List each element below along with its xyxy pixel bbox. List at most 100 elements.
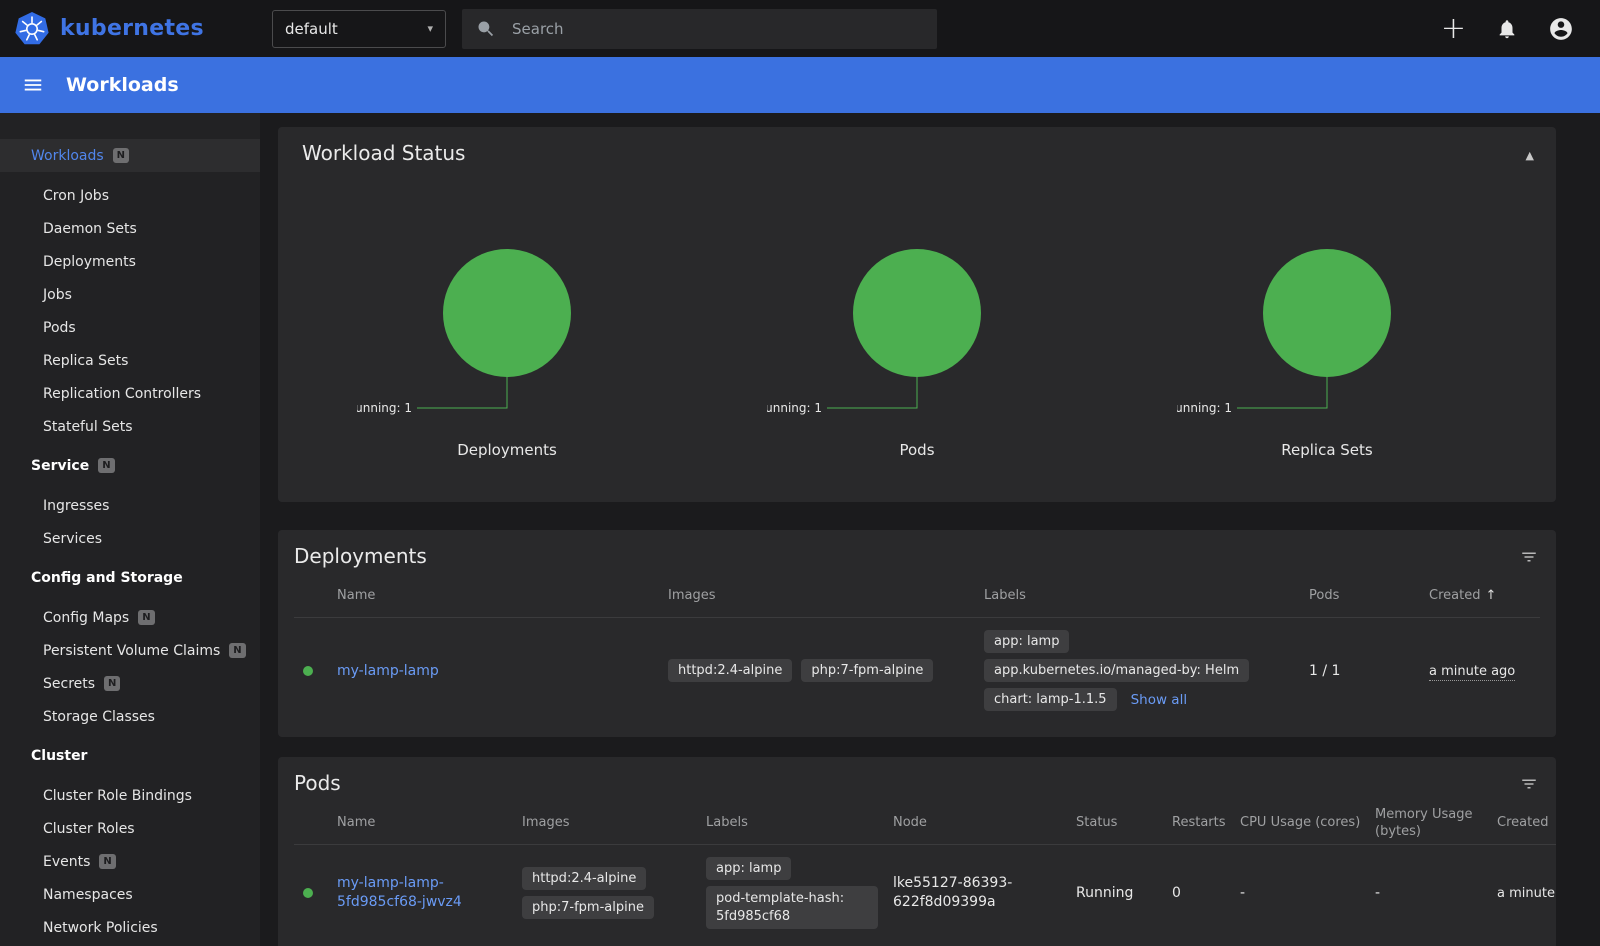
new-badge: N [138,610,154,625]
sidebar-item-secrets[interactable]: Secrets N [0,667,260,700]
filter-icon [1520,775,1538,793]
created-value: a minute ago [1429,664,1515,681]
filter-icon [1520,548,1538,566]
card-title: Workload Status [302,141,1532,165]
sidebar-item-storage-classes[interactable]: Storage Classes [0,700,260,733]
sidebar-item-daemon-sets[interactable]: Daemon Sets [0,212,260,245]
top-app-bar: kubernetes default ▾ + [0,0,1600,57]
deployments-table-header: Name Images Labels Pods Created↑ [294,576,1540,618]
menu-button[interactable] [22,74,44,96]
namespace-value: default [285,20,338,38]
cell-status [294,888,337,898]
show-all-labels-link[interactable]: Show all [1131,692,1188,708]
sidebar-item-label: Cluster Role Bindings [43,788,192,804]
new-badge: N [99,854,115,869]
notifications-button[interactable] [1496,18,1518,40]
sidebar-item-persistent-volume-claims[interactable]: Persistent Volume ClaimsN [0,634,260,667]
search-input[interactable] [512,20,923,38]
sidebar-item-label: Config Maps [43,610,129,626]
kubernetes-logo-icon [14,11,50,47]
column-header-pods: Pods [1309,588,1429,605]
sidebar-item-label: Deployments [43,254,136,270]
pie-chart-svg: Running: 1 [357,223,657,429]
column-header-memory: Memory Usage (bytes) [1375,807,1497,841]
column-header-node: Node [893,815,1076,832]
column-header-name: Name [337,588,668,605]
filter-button[interactable] [1520,775,1538,797]
add-resource-button[interactable]: + [1441,14,1466,44]
running-slice [443,249,571,377]
pod-row[interactable]: my-lamp-lamp-5fd985cf68-jwvz4 httpd:2.4-… [294,845,1556,943]
column-header-created[interactable]: Created↑ [1429,588,1540,605]
annotation-line [1237,377,1327,408]
sidebar-item-label: Cron Jobs [43,188,109,204]
sidebar-section-cluster[interactable]: Cluster [0,739,260,772]
created-value: a minute ago [1497,886,1556,901]
cell-pods: 1 / 1 [1309,663,1429,679]
running-slice [853,249,981,377]
pie-chart-deployments: Running: 1 Deployments [302,223,712,459]
deployment-name-link[interactable]: my-lamp-lamp [337,663,439,679]
top-actions: + [1441,14,1600,44]
new-badge: N [104,676,120,691]
column-header-created[interactable]: Created↑ [1497,815,1556,832]
sidebar-item-stateful-sets[interactable]: Stateful Sets [0,410,260,443]
pod-name-link[interactable]: my-lamp-lamp-5fd985cf68-jwvz4 [337,875,462,910]
sidebar-section-config-and-storage[interactable]: Config and Storage [0,561,260,594]
status-running-dot [303,666,313,676]
card-title: Deployments [294,544,1540,568]
status-running-dot [303,888,313,898]
sidebar-item-network-policies[interactable]: Network Policies [0,911,260,944]
filter-button[interactable] [1520,548,1538,570]
sidebar-section-service[interactable]: ServiceN [0,449,260,482]
sidebar-item-label: Workloads [31,148,104,164]
sidebar-item-events[interactable]: EventsN [0,845,260,878]
chevron-down-icon: ▾ [427,22,433,35]
cell-labels: app: lamp app.kubernetes.io/managed-by: … [984,630,1309,711]
cell-name: my-lamp-lamp [337,663,668,679]
cell-created: a minute ago [1497,885,1556,901]
sidebar-item-services[interactable]: Services [0,522,260,555]
column-header-labels: Labels [984,588,1309,605]
sidebar-item-cron-jobs[interactable]: Cron Jobs [0,179,260,212]
sidebar-section-label: Service [31,458,89,474]
label-chip: pod-template-hash: 5fd985cf68 [706,886,878,929]
sidebar-item-jobs[interactable]: Jobs [0,278,260,311]
account-icon [1548,16,1574,42]
sidebar-item-replication-controllers[interactable]: Replication Controllers [0,377,260,410]
cell-images: httpd:2.4-alpine php:7-fpm-alpine [668,659,984,682]
column-header-labels: Labels [706,815,893,832]
sidebar-item-replica-sets[interactable]: Replica Sets [0,344,260,377]
sidebar-item-deployments[interactable]: Deployments [0,245,260,278]
brand[interactable]: kubernetes [0,11,258,47]
deployments-card: Deployments Name Images Labels Pods Crea… [278,530,1556,737]
account-button[interactable] [1548,16,1574,42]
deployment-row[interactable]: my-lamp-lamp httpd:2.4-alpine php:7-fpm-… [294,618,1540,725]
sidebar-item-cluster-role-bindings[interactable]: Cluster Role Bindings [0,779,260,812]
sort-ascending-icon: ↑ [1485,588,1496,605]
workload-status-charts: Running: 1 Deployments Running: 1 Pods [302,223,1532,459]
cell-created: a minute ago [1429,663,1540,679]
column-header-cpu: CPU Usage (cores) [1240,815,1375,832]
chart-name: Pods [899,441,934,459]
sidebar-item-ingresses[interactable]: Ingresses [0,489,260,522]
search-bar[interactable] [462,9,937,49]
sidebar-item-workloads[interactable]: WorkloadsN [0,139,260,172]
sidebar-item-namespaces[interactable]: Namespaces [0,878,260,911]
namespace-selector[interactable]: default ▾ [272,10,446,48]
sidebar-item-cluster-roles[interactable]: Cluster Roles [0,812,260,845]
column-header-name: Name [337,815,522,832]
pods-card: Pods Name Images Labels Node Status Rest… [278,757,1556,946]
collapse-card-button[interactable]: ▲ [1526,149,1534,162]
sidebar-item-label: Secrets [43,676,95,692]
sidebar-item-label: Cluster Roles [43,821,135,837]
cell-node: lke55127-86393-622f8d09399a [893,874,1076,912]
new-badge: N [229,643,245,658]
running-slice [1263,249,1391,377]
cell-labels: app: lamp pod-template-hash: 5fd985cf68 [706,857,893,929]
chart-name: Replica Sets [1281,441,1373,459]
image-chip: httpd:2.4-alpine [668,659,792,682]
sidebar-item-label: Stateful Sets [43,419,132,435]
sidebar-item-config-maps[interactable]: Config Maps N [0,601,260,634]
sidebar-item-pods[interactable]: Pods [0,311,260,344]
